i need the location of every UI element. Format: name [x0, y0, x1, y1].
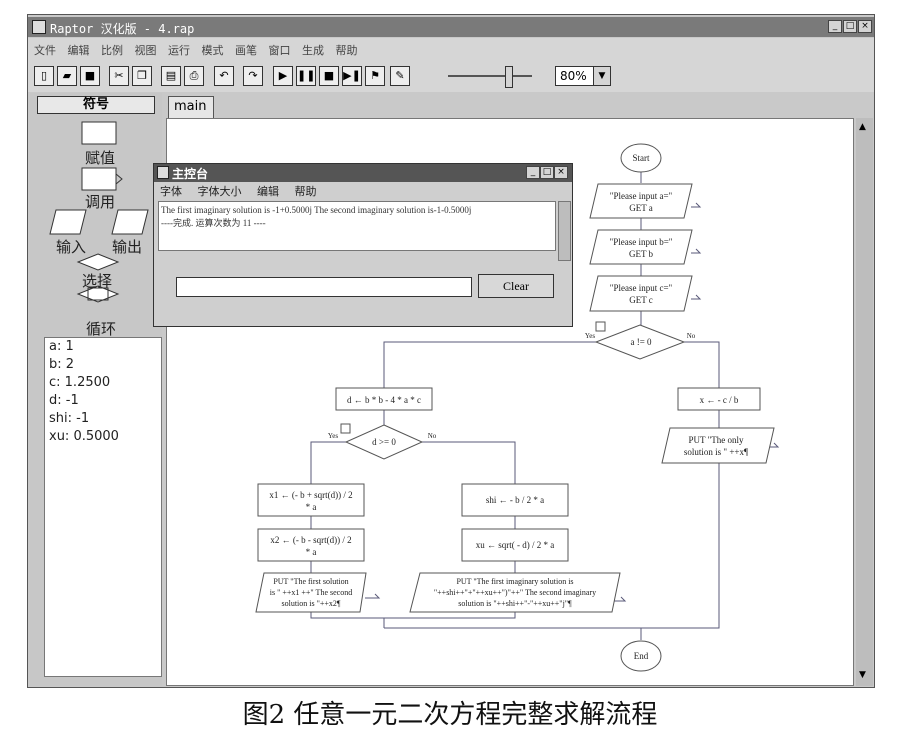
clear-button[interactable]: Clear — [478, 274, 554, 298]
output-only-line2: solution is " ++x¶ — [684, 447, 748, 457]
yes-label-a: Yes — [585, 332, 595, 340]
assign-x2-line2: * a — [306, 547, 317, 557]
console-minimize-button[interactable]: _ — [526, 166, 540, 179]
condition-d-label: d >= 0 — [372, 437, 396, 447]
condition-a-label: a != 0 — [630, 337, 652, 347]
collapse-toggle-a[interactable] — [595, 321, 606, 332]
output-real-line3: solution is "++x2¶ — [281, 599, 340, 608]
console-menu-font-size[interactable]: 字体大小 — [198, 185, 242, 198]
assign-d-label: d ← b * b - 4 * a * c — [347, 395, 421, 405]
console-output: The first imaginary solution is -1+0.500… — [158, 201, 556, 251]
no-label-d: No — [428, 432, 437, 440]
input-a-prompt: "Please input a=" — [610, 191, 673, 201]
assign-x1-line2: * a — [306, 502, 317, 512]
output-real-line1: PUT "The first solution — [273, 577, 348, 586]
input-a-get: GET a — [629, 203, 653, 213]
console-maximize-button[interactable]: □ — [540, 166, 554, 179]
input-c-get: GET c — [629, 295, 653, 305]
output-real-line2: is " ++x1 ++" The second — [270, 588, 352, 597]
figure-caption: 图2 任意一元二次方程完整求解流程 — [242, 700, 658, 730]
assign-x2-line1: x2 ← (- b - sqrt(d)) / 2 — [270, 535, 351, 545]
end-label: End — [634, 651, 649, 661]
output-only-line1: PUT "The only — [688, 435, 744, 445]
input-c-prompt: "Please input c=" — [610, 283, 673, 293]
output-imaginary-line1: PUT "The first imaginary solution is — [456, 577, 573, 586]
start-label: Start — [633, 153, 650, 163]
console-menu-bar: 字体 字体大小 编辑 帮助 — [160, 183, 329, 199]
console-output-line1: The first imaginary solution is -1+0.500… — [161, 205, 472, 215]
output-only-block[interactable] — [661, 427, 775, 464]
console-menu-help[interactable]: 帮助 — [295, 185, 317, 198]
flowchart: Start "Please input a=" GET a "Please in… — [255, 143, 780, 672]
yes-label-d: Yes — [328, 432, 338, 440]
console-window: 主控台 _ □ × 字体 字体大小 编辑 帮助 The first imagin… — [153, 163, 573, 327]
console-menu-font[interactable]: 字体 — [160, 185, 182, 198]
console-close-button[interactable]: × — [554, 166, 568, 179]
no-label-a: No — [687, 332, 696, 340]
console-icon — [157, 166, 169, 179]
assign-shi-label: shi ← - b / 2 * a — [486, 495, 544, 505]
console-title-bar: 主控台 _ □ × — [154, 164, 572, 182]
console-menu-edit[interactable]: 编辑 — [257, 185, 279, 198]
input-c-block[interactable] — [589, 275, 693, 312]
output-imaginary-line3: solution is "++shi++"-"++xu++"j"¶ — [458, 599, 572, 608]
collapse-toggle-d[interactable] — [340, 423, 351, 434]
console-title: 主控台 — [172, 167, 209, 181]
console-output-line2: ----完成. 运算次数为 11 ---- — [161, 218, 266, 228]
output-imaginary-line2: "++shi++"+"++xu++")"++" The second imagi… — [434, 588, 596, 597]
console-scrollbar[interactable] — [558, 201, 571, 261]
console-input[interactable] — [176, 277, 472, 297]
assign-x-label: x ← - c / b — [700, 395, 739, 405]
assign-xu-label: xu ← sqrt( - d) / 2 * a — [476, 540, 555, 550]
assign-x1-line1: x1 ← (- b + sqrt(d)) / 2 — [269, 490, 352, 500]
input-b-get: GET b — [629, 249, 654, 259]
input-b-prompt: "Please input b=" — [610, 237, 673, 247]
